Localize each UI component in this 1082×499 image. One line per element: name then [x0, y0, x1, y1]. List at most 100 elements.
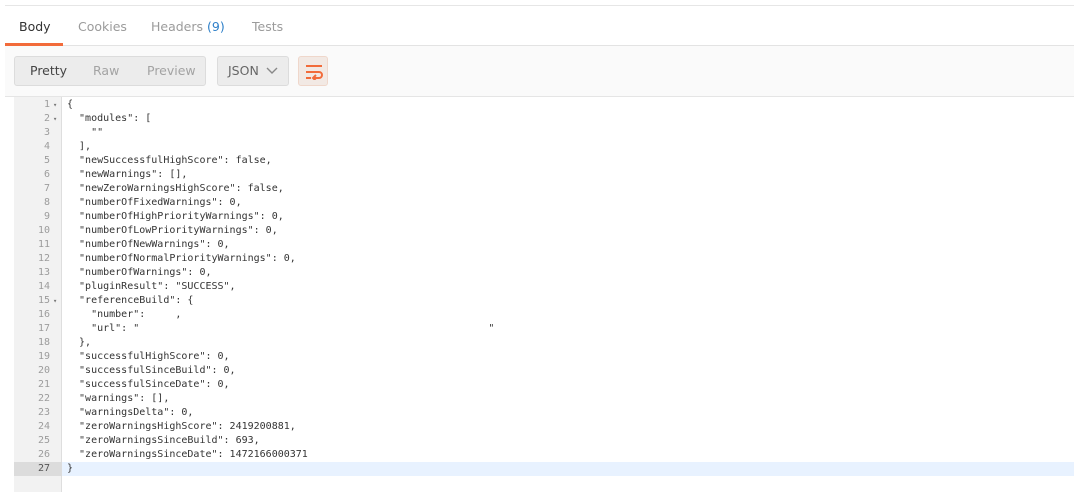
code-text: "numberOfLowPriorityWarnings": 0,: [67, 225, 278, 236]
code-line: 22 "warnings": [],: [14, 392, 1074, 406]
line-number: 3: [43, 127, 50, 138]
code-line: 21 "successfulSinceDate": 0,: [14, 378, 1074, 392]
line-number: 26: [37, 449, 50, 460]
line-number: 18: [37, 337, 50, 348]
line-number: 7: [43, 183, 50, 194]
code-text: },: [67, 337, 92, 348]
tab-headers-label: Headers: [151, 19, 204, 34]
line-number: 15: [37, 295, 50, 306]
tab-cookies-label: Cookies: [78, 19, 127, 34]
code-text: "modules": [: [67, 113, 152, 124]
response-tabs: Body Cookies Headers (9) Tests: [5, 5, 1074, 46]
line-number: 27: [14, 462, 62, 476]
line-number: 13: [37, 267, 50, 278]
code-text: "pluginResult": "SUCCESS",: [67, 281, 236, 292]
code-text: "numberOfNormalPriorityWarnings": 0,: [67, 253, 296, 264]
code-text: {: [67, 99, 74, 110]
line-number: 5: [43, 155, 50, 166]
code-line: 8 "numberOfFixedWarnings": 0,: [14, 196, 1074, 210]
format-select[interactable]: JSON: [217, 56, 289, 86]
tab-body-label: Body: [19, 19, 51, 34]
code-line: 5 "newSuccessfulHighScore": false,: [14, 154, 1074, 168]
tab-body[interactable]: Body: [19, 6, 51, 46]
code-line: 15 ▾ "referenceBuild": {: [14, 294, 1074, 308]
tab-tests[interactable]: Tests: [252, 6, 283, 46]
code-text: }: [67, 463, 74, 474]
code-text: ],: [67, 141, 92, 152]
wrap-lines-icon: [306, 65, 323, 80]
view-mode-group: Pretty Raw Preview: [14, 56, 206, 86]
code-text: "newWarnings": [],: [67, 169, 188, 180]
code-line: 23 "warningsDelta": 0,: [14, 406, 1074, 420]
code-text: "newSuccessfulHighScore": false,: [67, 155, 272, 166]
code-text: "referenceBuild": {: [67, 295, 194, 306]
fold-arrow-icon[interactable]: ▾: [53, 294, 61, 308]
response-body-editor[interactable]: 1 ▾{2 ▾ "modules": [3 "" 4 ], 5 "newSuccessf…: [14, 97, 1074, 492]
line-number: 19: [37, 351, 50, 362]
line-number: 11: [37, 239, 50, 250]
code-line: 20 "successfulSinceBuild": 0,: [14, 364, 1074, 378]
response-toolbar: Pretty Raw Preview JSON: [5, 46, 1074, 97]
code-text: "zeroWarningsSinceDate": 1472166000371: [67, 449, 308, 460]
code-line: 11 "numberOfNewWarnings": 0,: [14, 238, 1074, 252]
code-text: "zeroWarningsSinceBuild": 693,: [67, 435, 260, 446]
code-text: "url": " ": [67, 323, 495, 334]
code-line: 2 ▾ "modules": [: [14, 112, 1074, 126]
line-number: 6: [43, 169, 50, 180]
line-number: 8: [43, 197, 50, 208]
line-number: 12: [37, 253, 50, 264]
code-line: 10 "numberOfLowPriorityWarnings": 0,: [14, 224, 1074, 238]
code-text: "successfulSinceDate": 0,: [67, 379, 230, 390]
code-line: 9 "numberOfHighPriorityWarnings": 0,: [14, 210, 1074, 224]
code-text: "numberOfNewWarnings": 0,: [67, 239, 230, 250]
line-number: 22: [37, 393, 50, 404]
code-text: "successfulSinceBuild": 0,: [67, 365, 236, 376]
raw-button[interactable]: Raw: [93, 57, 119, 85]
line-number: 10: [37, 225, 50, 236]
code-line: 3 "": [14, 126, 1074, 140]
fold-arrow-icon[interactable]: ▾: [53, 112, 61, 126]
format-select-value: JSON: [228, 63, 259, 78]
pretty-button[interactable]: Pretty: [30, 57, 67, 85]
wrap-lines-button[interactable]: [298, 56, 328, 86]
line-number: 9: [43, 211, 50, 222]
code-text: "numberOfHighPriorityWarnings": 0,: [67, 211, 284, 222]
code-text: "": [67, 127, 104, 138]
line-number: 21: [37, 379, 50, 390]
line-number: 24: [37, 421, 50, 432]
code-text: "zeroWarningsHighScore": 2419200881,: [67, 421, 296, 432]
code-text: "numberOfFixedWarnings": 0,: [67, 197, 242, 208]
code-line: 24 "zeroWarningsHighScore": 2419200881,: [14, 420, 1074, 434]
code-line: 12 "numberOfNormalPriorityWarnings": 0,: [14, 252, 1074, 266]
code-text: "warnings": [],: [67, 393, 170, 404]
code-line: 13 "numberOfWarnings": 0,: [14, 266, 1074, 280]
line-number: 4: [43, 141, 50, 152]
code-line: 17 "url": " ": [14, 322, 1074, 336]
line-number: 20: [37, 365, 50, 376]
tab-tests-label: Tests: [252, 19, 284, 34]
code-line: 27}: [14, 462, 1074, 476]
preview-button[interactable]: Preview: [147, 57, 196, 85]
code-line: 6 "newWarnings": [],: [14, 168, 1074, 182]
code-line: 25 "zeroWarningsSinceBuild": 693,: [14, 434, 1074, 448]
code-line: 1 ▾ {: [14, 98, 1074, 112]
fold-arrow-icon[interactable]: ▾: [53, 98, 61, 112]
code-line: 14 "pluginResult": "SUCCESS",: [14, 280, 1074, 294]
code-line: 18 },: [14, 336, 1074, 350]
code-text: "number": ,: [67, 309, 182, 320]
line-number: 17: [37, 323, 50, 334]
code-text: "newZeroWarningsHighScore": false,: [67, 183, 284, 194]
code-line: 26 "zeroWarningsSinceDate": 147216600037…: [14, 448, 1074, 462]
headers-count-badge: (9): [207, 19, 225, 34]
chevron-down-icon: [264, 57, 280, 85]
line-number: 1: [43, 99, 50, 110]
tab-cookies[interactable]: Cookies: [78, 6, 127, 46]
line-number: 16: [37, 309, 50, 320]
line-number: 2: [43, 113, 50, 124]
code-line: 4 ],: [14, 140, 1074, 154]
code-text: "numberOfWarnings": 0,: [67, 267, 212, 278]
code-line: 7 "newZeroWarningsHighScore": false,: [14, 182, 1074, 196]
code-text: "successfulHighScore": 0,: [67, 351, 230, 362]
tab-headers[interactable]: Headers (9): [151, 6, 225, 46]
line-number: 14: [37, 281, 50, 292]
